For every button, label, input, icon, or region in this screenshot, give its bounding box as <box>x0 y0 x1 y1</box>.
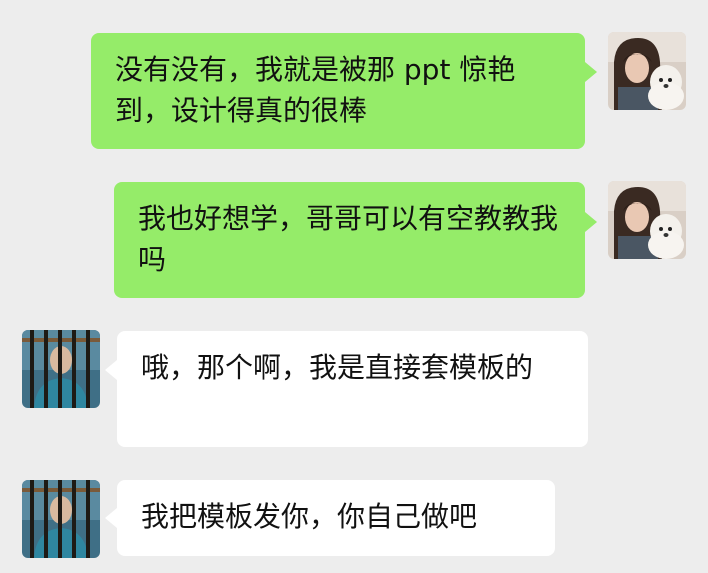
message-bubble-self[interactable]: 我也好想学，哥哥可以有空教教我吗 <box>114 182 585 298</box>
message-text: 没有没有，我就是被那 ppt 惊艳到，设计得真的很棒 <box>115 53 516 127</box>
man-behind-bars-avatar[interactable] <box>22 330 100 408</box>
message-bubble-self[interactable]: 没有没有，我就是被那 ppt 惊艳到，设计得真的很棒 <box>91 33 585 149</box>
man-behind-bars-avatar[interactable] <box>22 480 100 558</box>
message-text: 我也好想学，哥哥可以有空教教我吗 <box>138 202 559 276</box>
message-text: 哦，那个啊，我是直接套模板的 <box>141 351 534 384</box>
bubble-tail <box>105 360 117 380</box>
bubble-tail <box>585 62 597 82</box>
man-behind-bars-avatar-image <box>22 330 100 408</box>
girl-with-dog-avatar-image <box>608 181 686 259</box>
message-text: 我把模板发你，你自己做吧 <box>141 500 478 533</box>
girl-with-dog-avatar[interactable] <box>608 32 686 110</box>
message-bubble-other[interactable]: 我把模板发你，你自己做吧 <box>117 480 555 556</box>
girl-with-dog-avatar[interactable] <box>608 181 686 259</box>
bubble-tail <box>105 508 117 528</box>
message-bubble-other[interactable]: 哦，那个啊，我是直接套模板的 <box>117 331 588 447</box>
girl-with-dog-avatar-image <box>608 32 686 110</box>
bubble-tail <box>585 212 597 232</box>
man-behind-bars-avatar-image <box>22 480 100 558</box>
chat-area[interactable]: 没有没有，我就是被那 ppt 惊艳到，设计得真的很棒 我也好想学，哥哥可以有空教… <box>0 0 708 573</box>
